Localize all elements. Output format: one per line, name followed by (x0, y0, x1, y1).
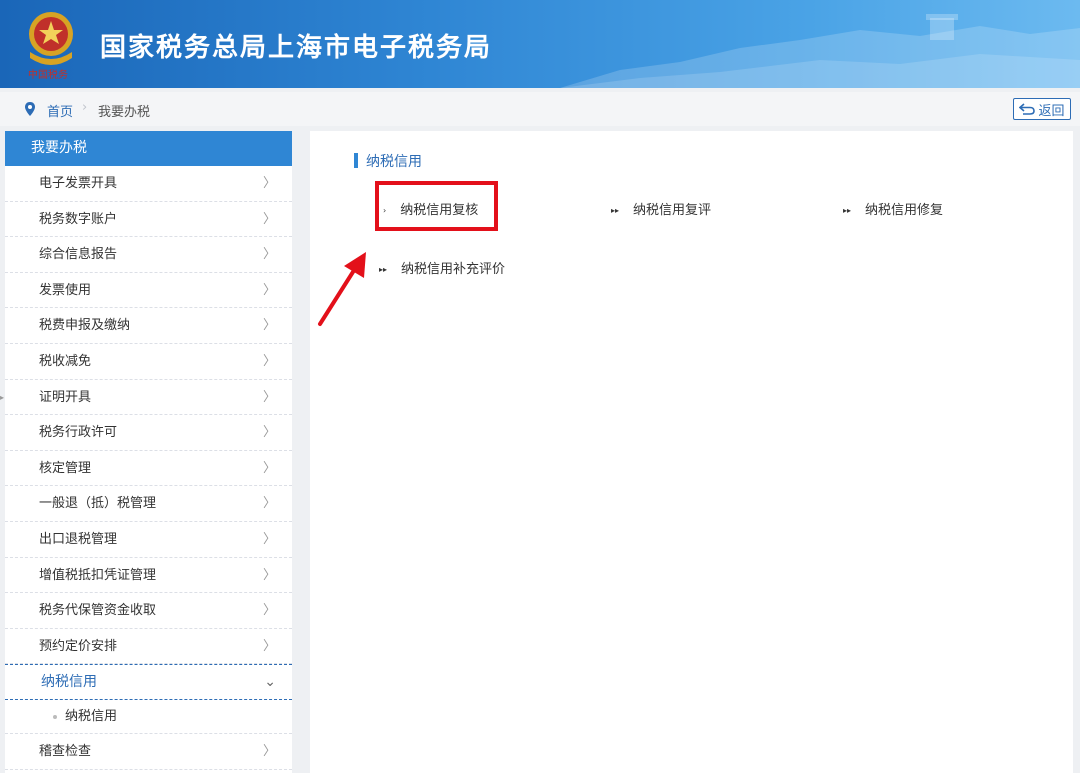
sidebar-item[interactable]: 核定管理 〉 (5, 451, 292, 487)
sidebar-header[interactable]: 我要办税 (5, 131, 292, 166)
sidebar: 我要办税 电子发票开具〉税务数字账户〉综合信息报告〉发票使用〉税费申报及缴纳〉税… (5, 131, 292, 773)
sidebar-item-label: 税务数字账户 (39, 211, 118, 227)
return-arrow-icon (1019, 103, 1036, 115)
chevron-right-icon: 〉 (262, 531, 276, 547)
sidebar-item[interactable]: 发票使用 〉 (5, 273, 292, 309)
sidebar-item[interactable]: 税务数字账户 〉 (5, 202, 292, 238)
chevron-right-icon: 〉 (262, 176, 276, 191)
sidebar-item-label: 税务代保管资金收取 (39, 603, 157, 619)
link-label: 纳税信用复评 (633, 203, 712, 218)
bullet-dot-icon (53, 715, 57, 720)
chevron-right-icon: 〉 (262, 460, 276, 476)
location-pin-icon (25, 102, 35, 116)
link-credit-repair[interactable]: ▸▸ 纳税信用修复 (843, 199, 943, 218)
sidebar-item-tax-credit[interactable]: 纳税信用 ⌄ (5, 664, 292, 701)
chevron-right-icon: 〉 (262, 353, 276, 369)
back-button[interactable]: 返回 (1013, 98, 1071, 120)
link-label: 纳税信用补充评价 (401, 262, 506, 277)
sidebar-item-label: 核定管理 (39, 460, 92, 476)
link-credit-reevaluation[interactable]: ▸▸ 纳税信用复评 (611, 199, 711, 218)
sidebar-item[interactable]: 证明开具 〉 (5, 380, 292, 416)
chevron-right-icon: 〉 (262, 744, 276, 760)
sidebar-item[interactable]: 一般退（抵）税管理 〉 (5, 486, 292, 522)
highlight-annotation-box (375, 181, 498, 231)
sidebar-item-label: 电子发票开具 (39, 176, 118, 191)
red-annotation-arrow-icon (318, 252, 366, 326)
breadcrumb-separator: › (82, 100, 88, 115)
sidebar-item-label: 税收减免 (39, 353, 92, 369)
svg-text:中国税务: 中国税务 (28, 68, 68, 81)
breadcrumb: 首页 › 我要办税 (0, 92, 1080, 126)
sidebar-item-label: 税费申报及缴纳 (39, 318, 131, 334)
chevron-right-icon: 〉 (262, 247, 276, 263)
sidebar-item[interactable]: 预约定价安排 〉 (5, 629, 292, 665)
chevron-right-icon: 〉 (262, 638, 276, 654)
breadcrumb-home-link[interactable]: 首页 (47, 101, 73, 120)
sidebar-item[interactable]: 税务代保管资金收取 〉 (5, 593, 292, 629)
chevron-right-icon: 〉 (262, 211, 276, 227)
section-title-marker (354, 153, 358, 168)
link-label: 纳税信用修复 (865, 203, 944, 218)
sidebar-item-label: 发票使用 (39, 282, 92, 298)
sidebar-subitem-label: 纳税信用 (65, 709, 118, 725)
tax-bureau-emblem-icon: 中国税务 (28, 12, 73, 81)
chevron-right-icon: 〉 (262, 282, 276, 298)
chevron-right-icon: 〉 (262, 389, 276, 405)
back-button-label: 返回 (1038, 103, 1065, 119)
great-wall-illustration (560, 14, 1080, 88)
sidebar-item-label: 综合信息报告 (39, 247, 118, 263)
sidebar-subitem-tax-credit[interactable]: 纳税信用 (5, 700, 292, 735)
chevron-right-icon: 〉 (262, 603, 276, 619)
site-title: 国家税务总局上海市电子税务局 (100, 33, 493, 63)
collapse-handle-icon[interactable]: ▸ (0, 393, 4, 402)
sidebar-item-label: 纳税信用 (41, 674, 97, 691)
chevron-right-icon: 〉 (262, 567, 276, 583)
chevron-right-icon: 〉 (262, 496, 276, 512)
sidebar-item-label: 证明开具 (39, 389, 92, 405)
arrow-bullet-icon: ▸▸ (379, 265, 388, 274)
breadcrumb-current: 我要办税 (98, 105, 151, 120)
sidebar-item[interactable]: 税费申报及缴纳 〉 (5, 308, 292, 344)
sidebar-item[interactable]: 税务行政许可 〉 (5, 415, 292, 451)
chevron-right-icon: 〉 (262, 318, 276, 334)
site-header: 中国税务 国家税务总局上海市电子税务局 (0, 0, 1080, 88)
chevron-right-icon: 〉 (262, 425, 276, 441)
sidebar-item-inspection[interactable]: 稽查检查 〉 (5, 734, 292, 770)
sidebar-item[interactable]: 出口退税管理 〉 (5, 522, 292, 558)
sidebar-item[interactable]: 增值税抵扣凭证管理 〉 (5, 558, 292, 594)
sidebar-item-label: 预约定价安排 (39, 638, 118, 654)
link-credit-supplementary-evaluation[interactable]: ▸▸ 纳税信用补充评价 (379, 258, 505, 277)
sidebar-item-label: 稽查检查 (39, 744, 92, 760)
sidebar-item-label: 增值税抵扣凭证管理 (39, 567, 157, 583)
sidebar-item-label: 一般退（抵）税管理 (39, 496, 157, 512)
sidebar-item-label: 出口退税管理 (39, 531, 118, 547)
sidebar-item[interactable]: 税收减免 〉 (5, 344, 292, 380)
sidebar-item[interactable]: 综合信息报告 〉 (5, 237, 292, 273)
section-title: 纳税信用 (366, 154, 422, 170)
arrow-bullet-icon: ▸▸ (611, 206, 620, 215)
chevron-down-icon: ⌄ (264, 674, 276, 691)
arrow-bullet-icon: ▸▸ (843, 206, 852, 215)
sidebar-item-label: 税务行政许可 (39, 425, 118, 441)
sidebar-menu: 电子发票开具〉税务数字账户〉综合信息报告〉发票使用〉税费申报及缴纳〉税收减免〉证… (5, 166, 292, 665)
sidebar-item[interactable]: 电子发票开具 〉 (5, 166, 292, 202)
